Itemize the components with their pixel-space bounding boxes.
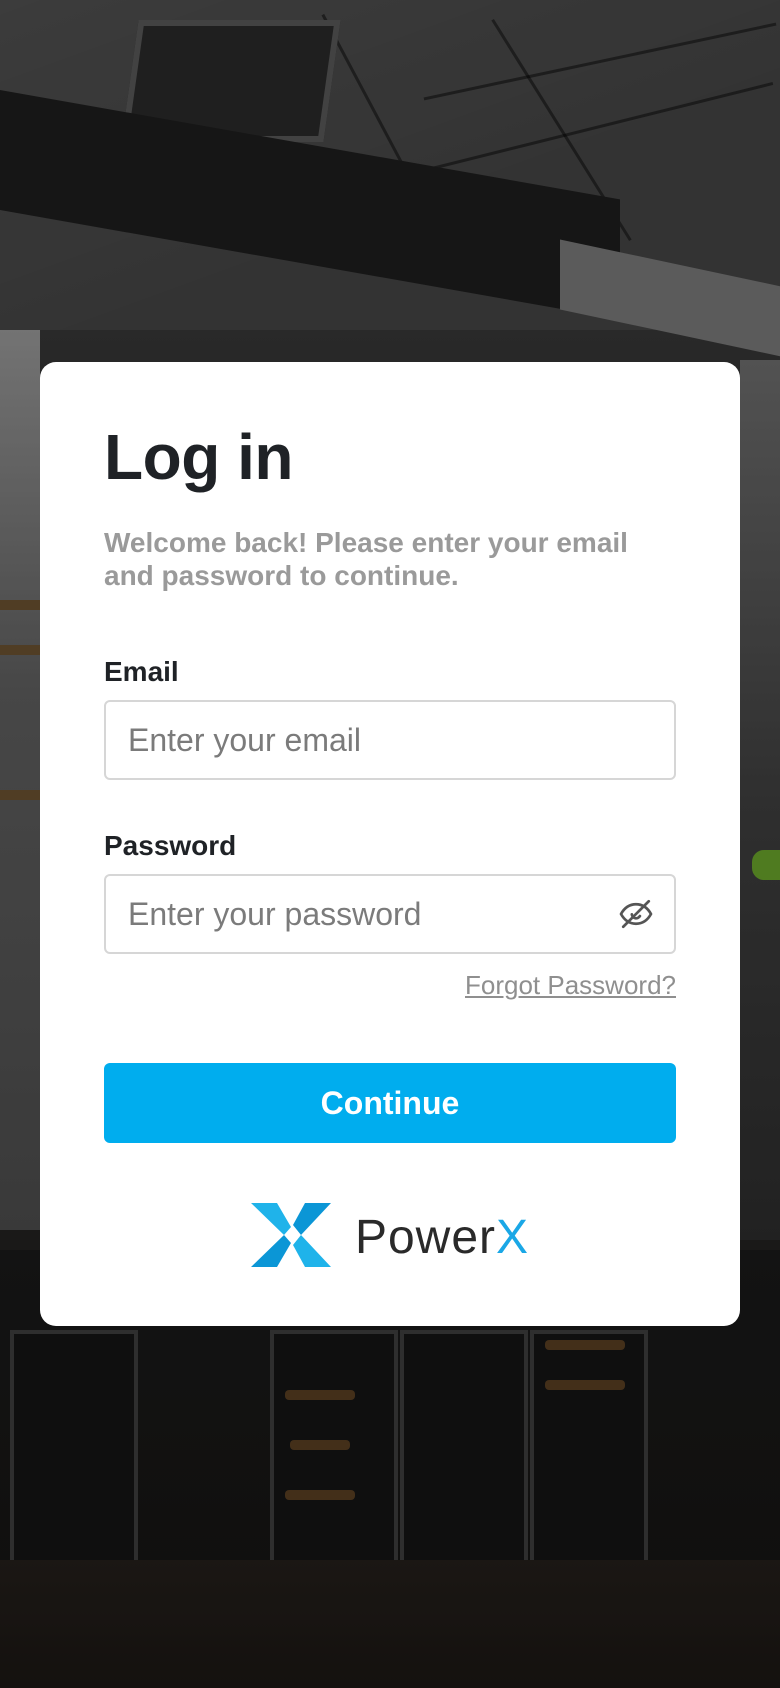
email-field[interactable]: [106, 702, 674, 779]
email-label: Email: [104, 656, 179, 688]
brand-logo: PowerX: [104, 1203, 676, 1272]
continue-button[interactable]: Continue: [104, 1063, 676, 1144]
forgot-password-row: Forgot Password?: [104, 970, 676, 1001]
eye-off-icon[interactable]: [618, 896, 654, 932]
page-title: Log in: [104, 421, 293, 493]
page-subtitle: Welcome back! Please enter your email an…: [104, 527, 628, 592]
password-label: Password: [104, 830, 237, 862]
email-field-wrapper: [104, 700, 676, 781]
login-screen: Log in Welcome back! Please enter your e…: [0, 0, 780, 1688]
login-card: Log in Welcome back! Please enter your e…: [40, 362, 740, 1326]
forgot-password-link[interactable]: Forgot Password?: [465, 970, 676, 1000]
password-field[interactable]: [106, 876, 674, 953]
password-field-wrapper: [104, 874, 676, 955]
brand-name: PowerX: [355, 1210, 529, 1265]
brand-name-accent: X: [496, 1211, 530, 1265]
powerx-logo-icon: [250, 1203, 331, 1272]
brand-name-main: Power: [354, 1211, 497, 1265]
